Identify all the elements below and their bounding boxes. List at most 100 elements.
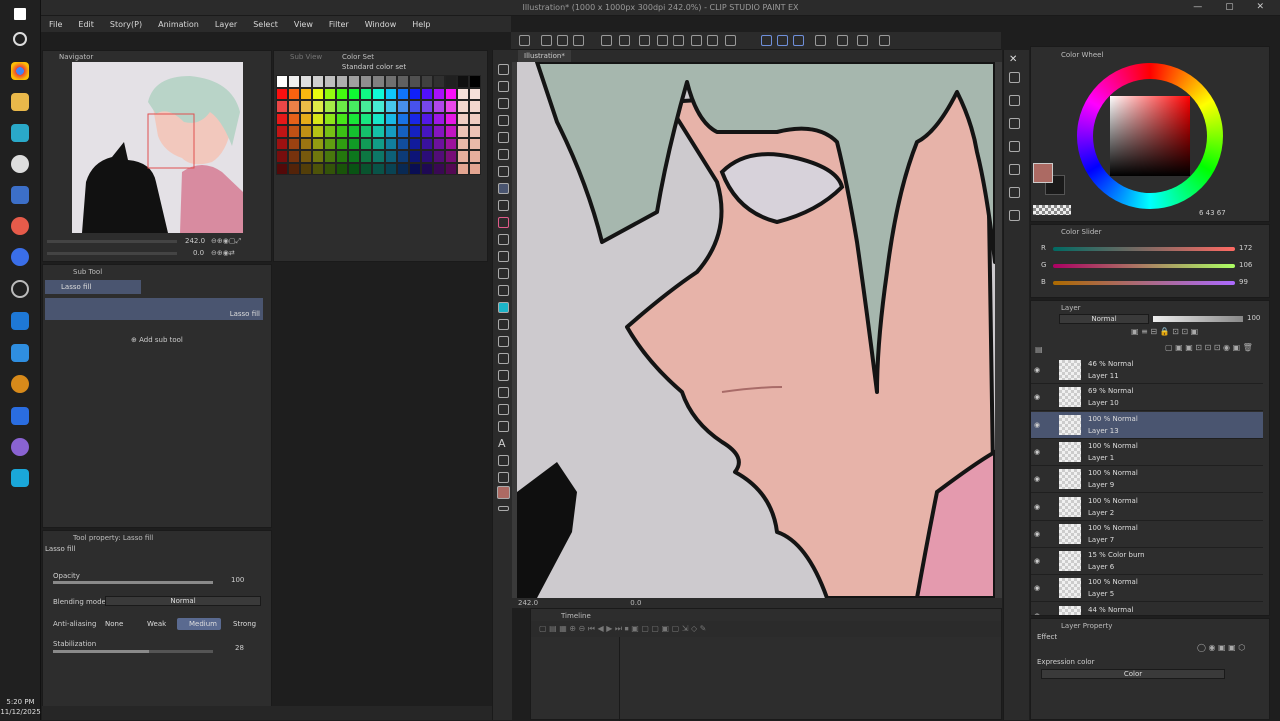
snap-special-icon[interactable]	[793, 35, 804, 46]
color-swatch[interactable]	[360, 125, 373, 138]
blue-value[interactable]: 99	[1239, 278, 1248, 286]
dock-icon-1[interactable]	[1009, 72, 1020, 83]
color-swatch[interactable]	[300, 125, 313, 138]
color-swatch[interactable]	[372, 100, 385, 113]
color-swatch[interactable]	[348, 100, 361, 113]
color-swatch[interactable]	[444, 150, 457, 163]
color-swatch[interactable]	[468, 87, 481, 100]
color-swatch[interactable]	[456, 162, 469, 175]
stabilization-value[interactable]: 28	[235, 644, 244, 652]
drawing-canvas[interactable]	[517, 62, 995, 598]
snap-ruler-icon[interactable]	[761, 35, 772, 46]
eraser-tool-icon[interactable]	[498, 234, 509, 245]
eye-icon[interactable]: ◉	[1034, 366, 1040, 374]
color-swatch[interactable]	[432, 137, 445, 150]
color-swatch[interactable]	[420, 87, 433, 100]
layer-row[interactable]: ◉ 100 % Normal Layer 2	[1031, 494, 1263, 521]
menu-layer[interactable]: Layer	[207, 20, 245, 29]
color-swatch[interactable]	[300, 162, 313, 175]
color-swatch[interactable]	[432, 125, 445, 138]
selection-icon[interactable]	[707, 35, 718, 46]
app-icon-6[interactable]	[11, 312, 29, 330]
layer-actions-icon[interactable]: ▢ ▣ ▣ ⊡ ⊡ ⊡ ◉ ▣ 🗑	[1165, 343, 1253, 352]
pen-pressure-icon[interactable]	[837, 35, 848, 46]
lasso-fill-tool-icon[interactable]	[498, 183, 509, 194]
color-swatch[interactable]	[420, 125, 433, 138]
color-swatch[interactable]	[336, 75, 349, 88]
color-swatch[interactable]	[468, 75, 481, 88]
color-swatch[interactable]	[432, 100, 445, 113]
color-swatch[interactable]	[336, 150, 349, 163]
clear-icon[interactable]	[639, 35, 650, 46]
selection-tool-icon[interactable]	[498, 132, 509, 143]
color-swatch[interactable]	[360, 112, 373, 125]
color-swatch[interactable]	[288, 87, 301, 100]
settings-icon[interactable]	[815, 35, 826, 46]
color-swatch[interactable]	[276, 100, 289, 113]
color-swatch[interactable]	[300, 100, 313, 113]
color-swatch[interactable]	[408, 87, 421, 100]
color-swatch[interactable]	[360, 75, 373, 88]
layer-property-tab[interactable]: Layer Property	[1045, 620, 1112, 632]
layer-tab[interactable]: Layer	[1045, 302, 1081, 314]
color-swatch[interactable]	[288, 150, 301, 163]
color-swatch[interactable]	[276, 87, 289, 100]
color-swatch[interactable]	[396, 100, 409, 113]
color-swatch[interactable]	[420, 112, 433, 125]
color-swatch[interactable]	[444, 125, 457, 138]
sub-tool-group[interactable]: Lasso fill	[45, 280, 141, 294]
color-swatch[interactable]	[288, 137, 301, 150]
color-swatch[interactable]	[384, 137, 397, 150]
color-swatch[interactable]	[288, 162, 301, 175]
color-swatch[interactable]	[396, 75, 409, 88]
color-swatch[interactable]	[420, 100, 433, 113]
navigator-preview[interactable]	[72, 62, 243, 233]
layer-opacity-value[interactable]: 100	[1247, 314, 1260, 322]
layer-blend-select[interactable]: Normal	[1059, 314, 1149, 324]
color-swatch[interactable]	[444, 162, 457, 175]
color-swatch[interactable]	[396, 87, 409, 100]
color-swatch[interactable]	[444, 87, 457, 100]
app-icon-10[interactable]	[11, 438, 29, 456]
rotate-buttons-icon[interactable]: ⊖⊕◉⇄	[211, 249, 235, 257]
zoom-slider[interactable]	[47, 240, 177, 243]
effect-icons[interactable]: ◯ ◉ ▣ ▣ ⬡	[1197, 643, 1245, 652]
color-swatch[interactable]	[336, 100, 349, 113]
color-swatch[interactable]	[456, 75, 469, 88]
app-icon-2[interactable]	[11, 186, 29, 204]
color-swatch[interactable]	[420, 162, 433, 175]
balloon-tool-icon[interactable]	[498, 455, 509, 466]
color-swatch[interactable]	[372, 112, 385, 125]
color-swatch[interactable]	[336, 125, 349, 138]
color-swatch[interactable]	[324, 162, 337, 175]
export-icon[interactable]	[573, 35, 584, 46]
eye-icon[interactable]: ◉	[1034, 503, 1040, 511]
opacity-slider[interactable]	[53, 581, 213, 584]
angle-slider[interactable]	[47, 252, 177, 255]
color-swatch[interactable]	[408, 75, 421, 88]
color-swatch[interactable]	[324, 150, 337, 163]
color-swatch[interactable]	[408, 112, 421, 125]
color-swatch[interactable]	[348, 137, 361, 150]
red-slider[interactable]	[1053, 247, 1235, 251]
color-swatch[interactable]	[336, 137, 349, 150]
color-swatch[interactable]	[336, 162, 349, 175]
color-swatch[interactable]	[348, 112, 361, 125]
border-tool-icon[interactable]	[498, 404, 509, 415]
green-value[interactable]: 106	[1239, 261, 1252, 269]
color-swatch[interactable]	[348, 125, 361, 138]
menu-window[interactable]: Window	[357, 20, 405, 29]
color-swatch[interactable]	[312, 150, 325, 163]
menu-story[interactable]: Story(P)	[102, 20, 150, 29]
color-swatch[interactable]	[384, 75, 397, 88]
eyedropper-icon[interactable]	[857, 35, 868, 46]
expression-color-select[interactable]: Color	[1041, 669, 1225, 679]
color-swatch[interactable]	[300, 75, 313, 88]
sub-tool-tab[interactable]: Sub Tool	[57, 266, 102, 278]
color-swatch[interactable]	[360, 150, 373, 163]
eye-icon[interactable]: ◉	[1034, 448, 1040, 456]
color-swatch[interactable]	[312, 100, 325, 113]
eye-icon[interactable]: ◉	[1034, 475, 1040, 483]
color-swatch[interactable]	[324, 112, 337, 125]
text-tool-icon[interactable]: A	[498, 438, 509, 449]
